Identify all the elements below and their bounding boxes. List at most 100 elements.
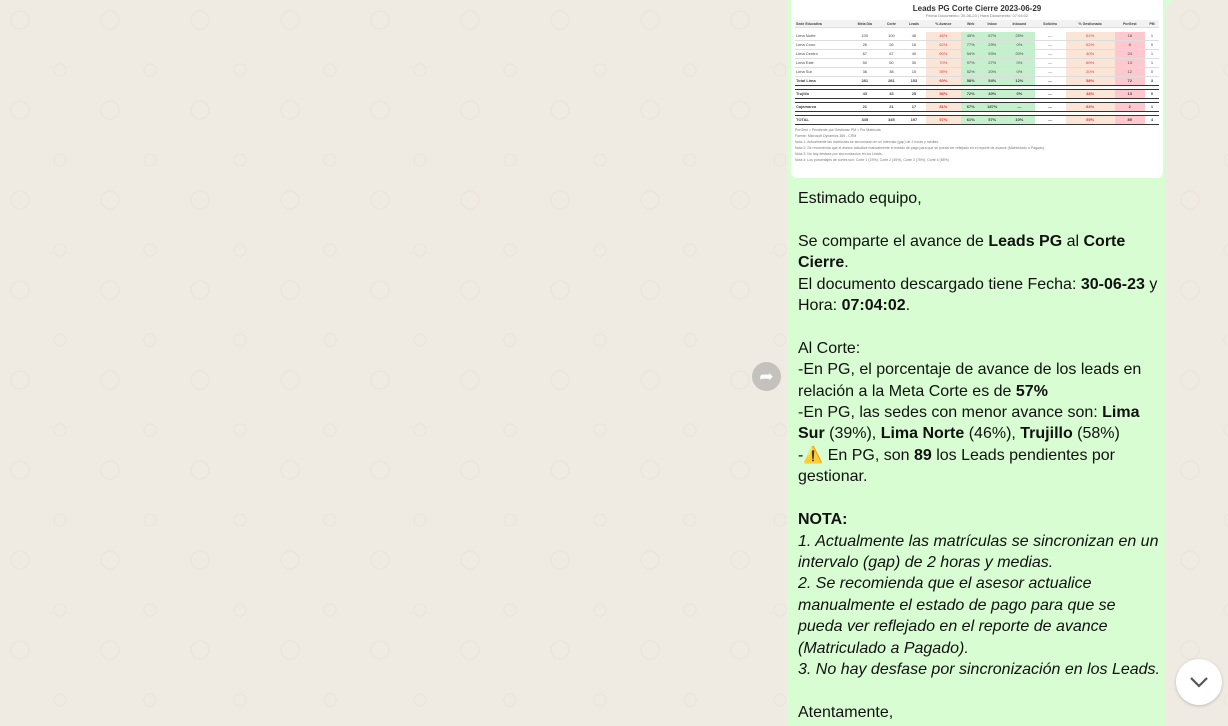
table-cell: — [1034,101,1066,112]
table-cell: 281 [880,75,903,86]
table-cell: 43 [848,88,881,99]
table-cell: 20% [980,67,1005,77]
table-cell: 40% [980,88,1005,99]
table-cell: 12 [1114,67,1145,77]
table-cell: 58% [961,75,981,86]
table-row: Lima Norte 100 100 46 46% 45% 67% 25% —61% 18 1 [795,31,1159,41]
table-cell: 1 [1144,58,1159,68]
table-cell: 24 [1114,49,1145,59]
report-image[interactable]: Leads PG Corte Cierre 2023-06-29 Fecha D… [791,0,1163,178]
table-cell: 81% [925,101,962,112]
table-cell: 0% [1004,58,1035,68]
table-cell: 40% [1065,49,1115,59]
table-cell: 187% [980,101,1005,112]
table-cell: 0% [1004,88,1035,99]
table-cell: 61% [961,114,981,125]
column-header: PorGest [1114,20,1145,28]
table-cell: 62% [1065,40,1115,50]
bullet-2: -En PG, las sedes con menor avance son: … [798,404,1140,443]
table-cell: 46 [902,31,926,41]
bullet-1: -En PG, el porcentaje de avance de los l… [798,361,1142,400]
table-row: Lima Este 50 50 30 70% 97% 27% 0% —60% 13 1 [795,58,1159,68]
table-cell: 21 [848,101,881,112]
table-cell: 67 [880,49,903,59]
table-cell: 26 [848,40,881,50]
table-cell: 93% [980,49,1005,59]
table-cell: 0% [1004,67,1035,77]
table-cell: 43 [880,88,903,99]
table-cell: — [1034,67,1066,77]
table-cell: Lima Centro [795,49,849,59]
table-cell: 16 [902,40,926,50]
table-cell: 62% [925,40,962,50]
table-cell: 77% [961,40,981,50]
table-cell: 60% [925,75,962,86]
table-cell: 0% [1004,40,1035,50]
table-cell: 27% [980,58,1005,68]
column-header: Leads [902,20,926,28]
column-header: Sede Educativa [795,20,849,28]
message-text: Estimado equipo, Se comparte el avance d… [798,188,1160,723]
table-cell: 39% [925,67,962,77]
table-cell: 54% [980,75,1005,86]
table-cell: 50 [848,58,881,68]
scroll-to-bottom-button[interactable] [1176,659,1222,705]
table-cell: 1 [1144,49,1159,59]
table-cell: 281 [848,75,881,86]
table-cell: 100 [848,31,881,41]
table-cell: 40 [902,49,926,59]
table-cell: 72 [1114,75,1145,86]
table-cell: 345 [880,114,903,125]
table-cell: 26 [880,40,903,50]
table-cell: — [1034,58,1066,68]
table-cell: Trujillo [795,88,849,99]
table-row: Lima Centro 67 67 40 60% 54% 93% 20% —40% 24 1 [795,49,1159,59]
report-subtitle: Fecha Documento: 30-06-23 | Hora Documen… [925,13,1029,18]
table-cell: Lima Este [795,58,849,68]
table-cell: 10% [1004,114,1035,125]
table-cell: 29% [980,40,1005,50]
column-header: Inbox [980,20,1005,28]
report-table: Sede Educativa Meta Día Corte Leads% Avance… [795,20,1159,125]
table-cell: 54% [961,49,981,59]
table-cell: 72% [961,88,981,99]
table-cell: 20% [1004,49,1035,59]
table-row: Lima Sur 38 38 15 39% 52% 20% 0% —20% 12 0 [795,67,1159,77]
table-cell: 0 [1144,40,1159,50]
table-cell: 1 [1144,31,1159,41]
table-cell: — [1034,88,1066,99]
table-cell: TOTAL [795,114,849,125]
table-cell: 197 [902,114,926,125]
nota-heading: NOTA: [798,511,848,529]
paragraph-1: Se comparte el avance de Leads PG al Cor… [798,232,1126,272]
table-cell: 153 [902,75,926,86]
table-cell: 2 [1114,101,1145,112]
table-cell: 83% [1065,101,1115,112]
bullet-3: -⚠️ En PG, son 89 los Leads pendientes p… [798,446,1116,486]
column-header: Inbound [1004,20,1035,28]
table-cell: 8 [1114,40,1145,50]
message-bubble: Leads PG Corte Cierre 2023-06-29 Fecha D… [787,0,1165,726]
paragraph-2: El documento descargado tiene Fecha: 30-… [798,275,1158,315]
table-row: Trujillo 43 43 25 58% 72% 40% 0% —48% 13 0 [795,88,1159,99]
al-corte-label: Al Corte: [798,339,861,357]
table-cell: 57% [925,114,962,125]
table-cell: 3 [1144,75,1159,86]
table-cell: 25% [1004,31,1035,41]
column-header: % Gestionado [1065,20,1115,28]
table-cell: 60% [925,49,962,59]
table-cell: 67 [848,49,881,59]
table-cell: 100 [880,31,903,41]
table-cell: Total Lima [795,75,849,86]
table-cell: 13 [1114,88,1145,99]
table-cell: 12% [1004,75,1035,86]
table-row: Total Lima 281 281 153 60% 58% 54% 12% —58% 72 3 [795,75,1159,86]
table-cell: 20% [1065,67,1115,77]
table-cell: 1 [1144,101,1159,112]
table-cell: — [1004,101,1035,112]
closing: Atentamente, [798,703,894,721]
table-cell: 38 [880,67,903,77]
table-cell: 52% [961,67,981,77]
table-cell: 57% [980,114,1005,125]
forward-button[interactable]: ➦ [752,362,781,391]
